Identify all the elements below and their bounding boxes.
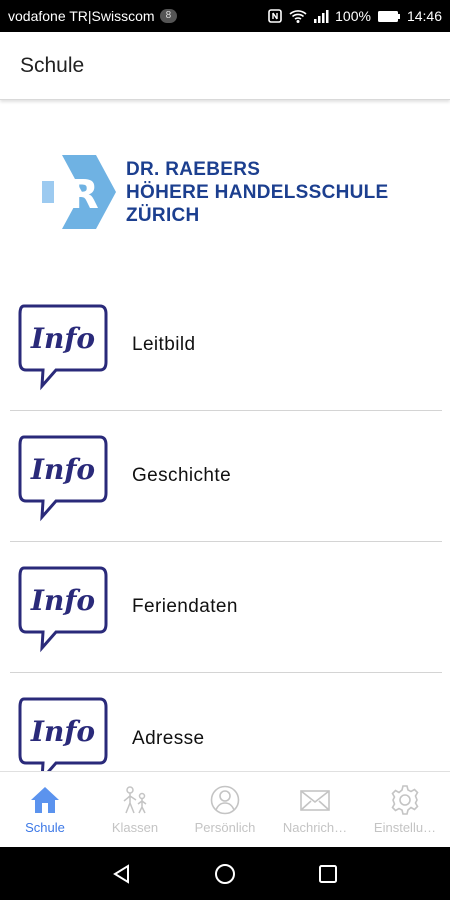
tab-label: Persönlich (194, 820, 256, 835)
students-icon (123, 786, 147, 814)
mail-icon (300, 790, 330, 811)
school-name-line3: ZÜRICH (126, 204, 200, 226)
info-bubble-icon: Info (18, 304, 108, 391)
school-name: DR. RAEBERS HÖHERE HANDELSSCHULE ZÜRICH (126, 158, 389, 227)
info-list: Info Leitbild Info Geschichte Info Ferie… (10, 280, 442, 804)
system-nav-bar (0, 847, 450, 900)
recents-icon[interactable] (316, 862, 340, 886)
tab-label: Nachrich… (282, 820, 348, 835)
tab-einstellungen[interactable]: Einstellu… (360, 772, 450, 848)
home-icon (31, 787, 59, 813)
school-name-line1: DR. RAEBERS (126, 158, 261, 180)
info-bubble-icon: Info (18, 566, 108, 653)
back-icon[interactable] (110, 862, 134, 886)
logo-letter: R (68, 172, 99, 218)
person-icon (210, 785, 240, 815)
svg-text:Info: Info (30, 322, 95, 355)
school-name-line2: HÖHERE HANDELSSCHULE (126, 181, 389, 203)
wifi-icon (289, 10, 307, 23)
tab-schule[interactable]: Schule (0, 772, 90, 848)
tab-klassen[interactable]: Klassen (90, 772, 180, 848)
info-bubble-icon: Info (18, 435, 108, 522)
app-bar: Schule (0, 32, 450, 100)
carrier-info: vodafone TR|Swisscom 8 (8, 8, 178, 24)
tab-persoenlich[interactable]: Persönlich (180, 772, 270, 848)
bottom-tab-bar: Schule Klassen Persönlich Nachrich… Eins… (0, 771, 450, 847)
svg-text:Info: Info (30, 453, 95, 486)
tab-label: Einstellu… (373, 820, 437, 835)
tab-label: Klassen (111, 820, 159, 835)
list-item-label: Geschichte (132, 465, 232, 486)
tab-label: Schule (25, 820, 65, 835)
list-item-feriendaten[interactable]: Info Feriendaten (10, 542, 442, 673)
home-button-icon[interactable] (213, 862, 237, 886)
list-item-geschichte[interactable]: Info Geschichte (10, 411, 442, 542)
page-title: Schule (20, 53, 85, 77)
notification-count-badge: 8 (159, 9, 178, 23)
battery-icon (377, 10, 400, 22)
list-item-label: Adresse (132, 727, 205, 749)
carrier-name: vodafone TR|Swisscom (8, 8, 155, 24)
nfc-icon (268, 9, 282, 23)
clock: 14:46 (406, 8, 442, 24)
tab-nachrichten[interactable]: Nachrich… (270, 772, 360, 848)
list-item-label: Feriendaten (132, 596, 238, 617)
gear-icon (391, 785, 419, 815)
status-bar: vodafone TR|Swisscom 8 100% 14:46 (0, 0, 450, 32)
school-logo-mark: R (42, 155, 116, 229)
status-icons: 100% 14:46 (267, 8, 442, 24)
svg-text:Info: Info (30, 584, 95, 617)
list-item-leitbild[interactable]: Info Leitbild (10, 280, 442, 411)
school-logo: R DR. RAEBERS HÖHERE HANDELSSCHULE ZÜRIC… (40, 152, 420, 232)
battery-percent: 100% (335, 8, 371, 24)
signal-icon (314, 10, 329, 23)
list-item-label: Leitbild (132, 334, 196, 355)
svg-text:Info: Info (30, 715, 95, 748)
